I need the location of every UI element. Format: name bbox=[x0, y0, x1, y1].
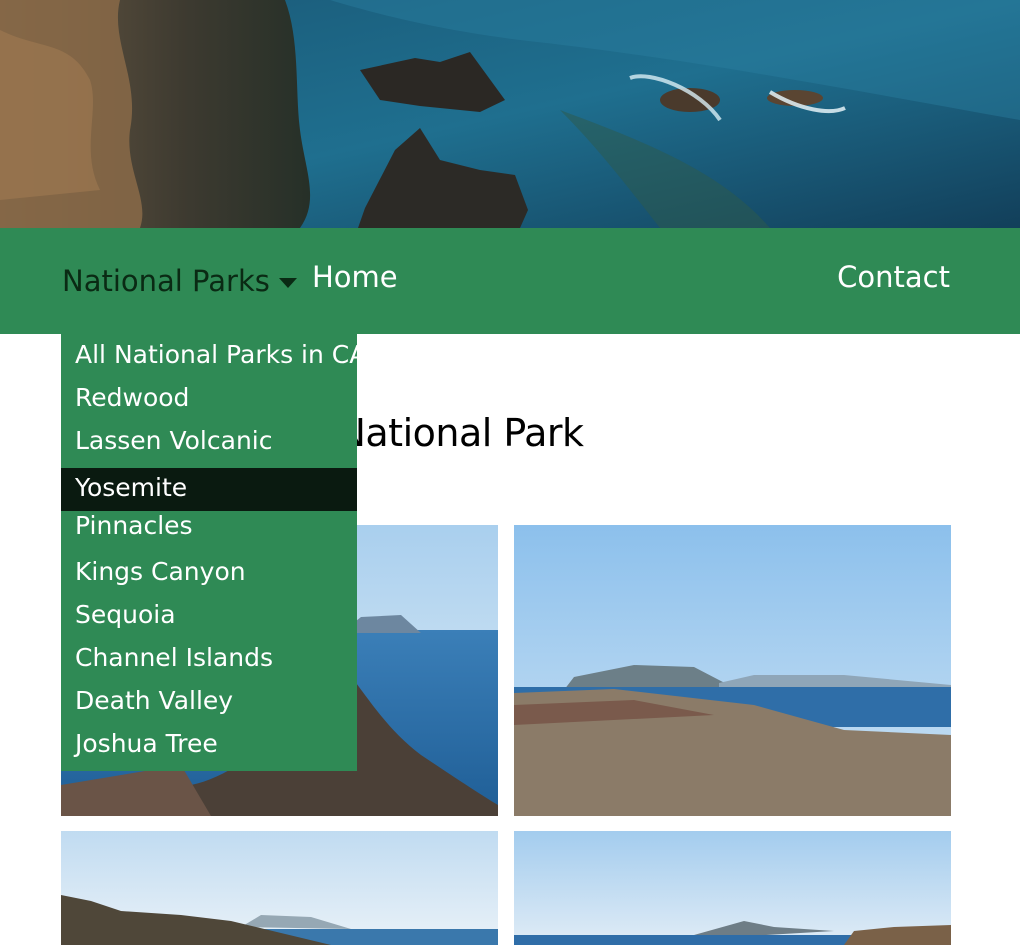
caret-down-icon bbox=[278, 277, 297, 288]
park-photo-2 bbox=[514, 525, 951, 816]
home-link[interactable]: Home bbox=[312, 263, 398, 292]
main-navbar: National Parks Home Contact bbox=[0, 228, 1020, 334]
dropdown-item-pinnacles[interactable]: Pinnacles bbox=[61, 511, 357, 554]
dropdown-item-death-valley[interactable]: Death Valley bbox=[61, 683, 357, 726]
contact-link[interactable]: Contact bbox=[837, 263, 950, 292]
dropdown-item-sequoia[interactable]: Sequoia bbox=[61, 597, 357, 640]
dropdown-item-lassen-volcanic[interactable]: Lassen Volcanic bbox=[61, 423, 357, 466]
hero-banner-image bbox=[0, 0, 1020, 228]
dropdown-item-yosemite[interactable]: Yosemite bbox=[61, 468, 357, 511]
park-photo-4 bbox=[514, 831, 951, 945]
dropdown-item-redwood[interactable]: Redwood bbox=[61, 380, 357, 423]
dropdown-item-all-parks[interactable]: All National Parks in CA bbox=[61, 337, 366, 380]
park-photo-3 bbox=[61, 831, 498, 945]
national-parks-dropdown-toggle[interactable]: National Parks bbox=[62, 267, 297, 296]
dropdown-item-kings-canyon[interactable]: Kings Canyon bbox=[61, 554, 357, 597]
dropdown-item-channel-islands[interactable]: Channel Islands bbox=[61, 640, 357, 683]
national-parks-dropdown-menu: All National Parks in CA Redwood Lassen … bbox=[61, 334, 366, 771]
national-parks-label: National Parks bbox=[62, 264, 270, 298]
page-title-visible-part: National Park bbox=[337, 411, 584, 455]
dropdown-item-joshua-tree[interactable]: Joshua Tree bbox=[61, 726, 357, 769]
